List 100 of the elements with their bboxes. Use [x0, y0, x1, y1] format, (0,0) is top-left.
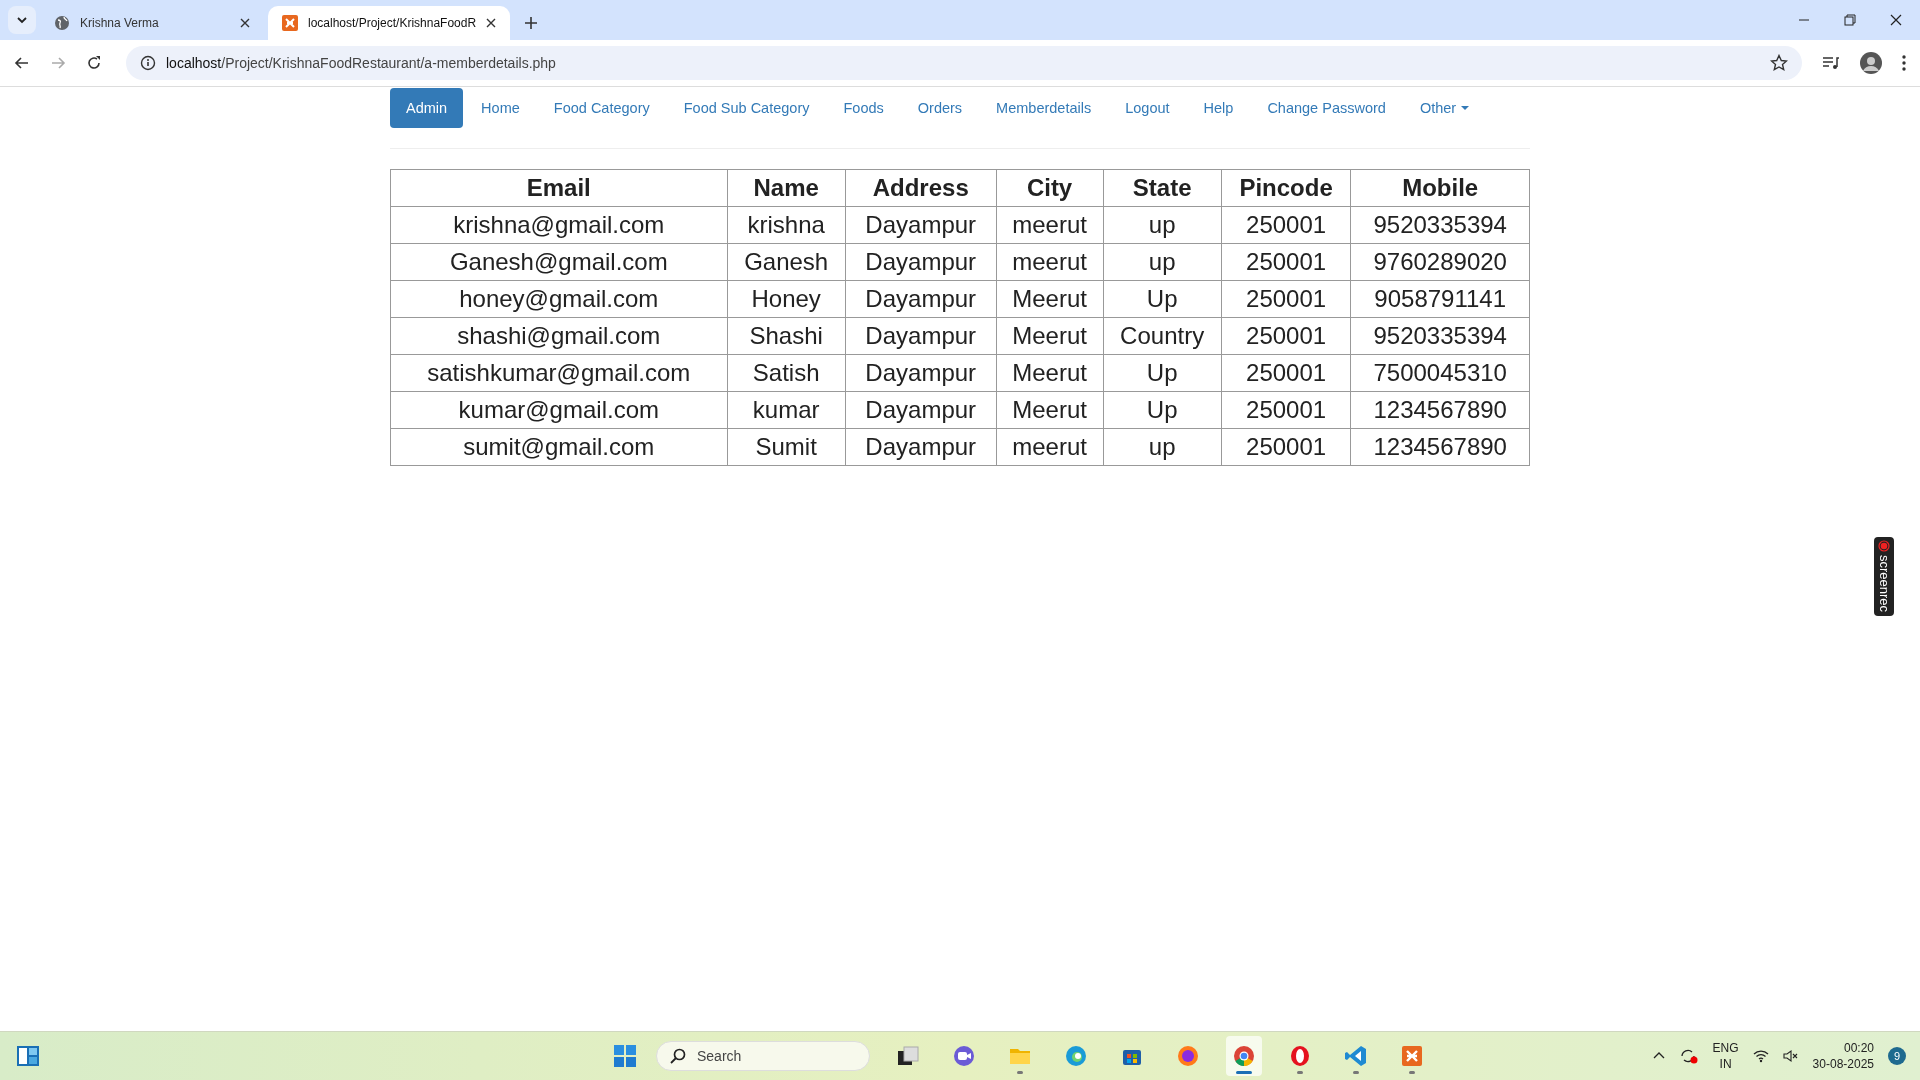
table-cell: Honey	[727, 280, 846, 318]
table-cell: Dayampur	[845, 206, 997, 244]
table-cell: 250001	[1221, 428, 1351, 466]
nav-link[interactable]: Help	[1187, 88, 1250, 128]
table-cell: kumar	[727, 391, 846, 429]
table-cell: 7500045310	[1350, 354, 1530, 392]
browser-tab[interactable]: localhost/Project/KrishnaFoodR	[268, 6, 511, 40]
url-host: localhost	[166, 55, 222, 71]
table-cell: meerut	[996, 206, 1103, 244]
table-cell: Meerut	[996, 354, 1103, 392]
table-cell: meerut	[996, 243, 1103, 281]
restore-icon[interactable]	[1844, 14, 1856, 26]
video-camera-icon	[952, 1044, 976, 1068]
column-header: City	[996, 169, 1103, 207]
more-menu-icon[interactable]	[1902, 55, 1906, 71]
nav-link[interactable]: Memberdetails	[980, 88, 1108, 128]
table-cell: honey@gmail.com	[390, 280, 728, 318]
table-cell: Sumit	[727, 428, 846, 466]
tab-title: Krishna Verma	[80, 16, 160, 30]
fox-browser-icon	[1176, 1044, 1200, 1068]
tab-list-button[interactable]	[8, 6, 36, 34]
tab-title: localhost/Project/KrishnaFoodR	[308, 16, 477, 30]
table-cell: Ganesh	[727, 243, 846, 281]
nav-link[interactable]: Admin	[390, 88, 464, 128]
address-bar[interactable]: localhost/Project/KrishnaFoodRestaurant/a-memberdetails.php	[126, 46, 1802, 80]
table-cell: Dayampur	[845, 243, 997, 281]
table-cell: Dayampur	[845, 428, 997, 466]
new-tab-icon[interactable]	[524, 16, 539, 30]
widgets-icon[interactable]	[16, 1045, 40, 1067]
letter-o-icon	[1288, 1044, 1312, 1068]
nav-link[interactable]: Food Sub Category	[667, 88, 826, 128]
chrome-browser-icon	[1232, 1044, 1256, 1068]
table-cell: up	[1103, 206, 1222, 244]
close-icon[interactable]	[240, 18, 250, 28]
wifi-icon[interactable]	[1752, 1049, 1769, 1063]
speaker-muted-icon[interactable]	[1782, 1049, 1799, 1063]
table-cell: 1234567890	[1350, 391, 1530, 429]
table-cell: Country	[1103, 317, 1222, 355]
nav-link[interactable]: Orders	[901, 88, 979, 128]
table-cell: 250001	[1221, 280, 1351, 318]
media-queue-icon[interactable]	[1822, 55, 1840, 71]
taskbar-search-field[interactable]: Search	[656, 1041, 870, 1071]
sync-icon[interactable]	[1678, 1047, 1699, 1065]
nav-link[interactable]: Foods	[827, 88, 900, 128]
url-path: /Project/KrishnaFoodRestaurant/a-memberdetails.php	[221, 55, 556, 71]
table-cell: Dayampur	[845, 317, 997, 355]
info-icon[interactable]	[140, 55, 156, 71]
chevron-down-icon	[16, 14, 28, 26]
table-cell: 1234567890	[1350, 428, 1530, 466]
table-cell: 250001	[1221, 317, 1351, 355]
clock[interactable]: 00:20 30-08-2025	[1812, 1040, 1874, 1072]
column-header: Address	[845, 169, 997, 207]
table-cell: Satish	[727, 354, 846, 392]
table-cell: up	[1103, 428, 1222, 466]
table-cell: satishkumar@gmail.com	[390, 354, 728, 392]
recorder-label: screenrec	[1876, 555, 1892, 613]
table-cell: Dayampur	[845, 391, 997, 429]
table-cell: up	[1103, 243, 1222, 281]
language-indicator[interactable]: ENG IN	[1712, 1040, 1739, 1072]
nav-link[interactable]: Logout	[1109, 88, 1186, 128]
search-icon	[670, 1048, 686, 1064]
code-editor-icon	[1344, 1044, 1368, 1068]
table-cell: 250001	[1221, 206, 1351, 244]
table-cell: Meerut	[996, 317, 1103, 355]
xampp-icon	[282, 15, 298, 31]
profile-avatar-icon[interactable]	[1860, 52, 1882, 74]
reload-icon[interactable]	[86, 55, 102, 71]
table-cell: krishna	[727, 206, 846, 244]
table-cell: Dayampur	[845, 280, 997, 318]
column-header: Email	[390, 169, 728, 207]
table-cell: Meerut	[996, 280, 1103, 318]
column-header: Mobile	[1350, 169, 1530, 207]
table-cell: Up	[1103, 280, 1222, 318]
windows-start-icon[interactable]	[614, 1045, 636, 1067]
recorder-badge[interactable]: screenrec	[1874, 537, 1894, 617]
wave-browser-icon	[1064, 1044, 1088, 1068]
close-icon[interactable]	[1890, 14, 1902, 26]
browser-tab[interactable]: Krishna Verma	[40, 6, 264, 40]
table-cell: kumar@gmail.com	[390, 391, 728, 429]
table-cell: Meerut	[996, 391, 1103, 429]
column-header: Name	[727, 169, 846, 207]
table-cell: 250001	[1221, 354, 1351, 392]
table-cell: Dayampur	[845, 354, 997, 392]
bookmark-star-icon[interactable]	[1770, 54, 1788, 72]
table-cell: 9520335394	[1350, 206, 1530, 244]
nav-link[interactable]: Other	[1403, 88, 1486, 128]
nav-link[interactable]: Food Category	[537, 88, 666, 128]
nav-link[interactable]: Home	[465, 88, 536, 128]
table-cell: 9520335394	[1350, 317, 1530, 355]
xampp-icon	[1400, 1044, 1424, 1068]
table-cell: Up	[1103, 391, 1222, 429]
back-icon[interactable]	[14, 55, 30, 71]
globe-icon	[54, 15, 70, 31]
close-icon[interactable]	[486, 18, 497, 28]
table-cell: 9058791141	[1350, 280, 1530, 318]
column-header: State	[1103, 169, 1222, 207]
nav-link[interactable]: Change Password	[1251, 88, 1402, 128]
table-cell: sumit@gmail.com	[390, 428, 728, 466]
table-cell: Ganesh@gmail.com	[390, 243, 728, 281]
notification-count[interactable]: 9	[1888, 1047, 1906, 1065]
